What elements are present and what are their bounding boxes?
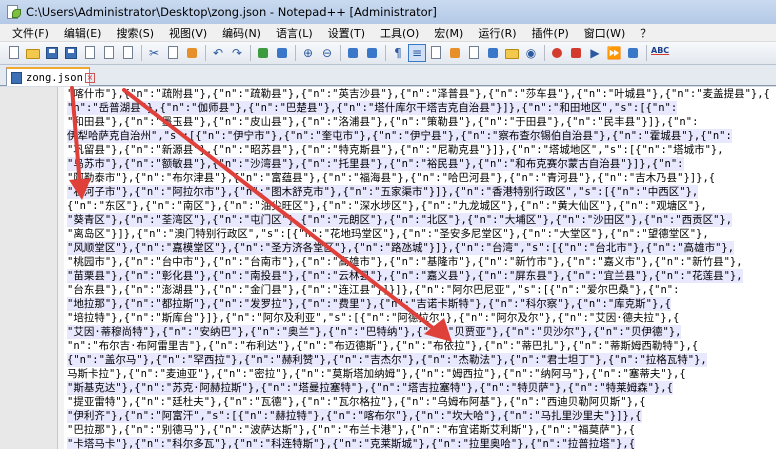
save-macro-icon[interactable] <box>625 45 641 61</box>
code-line[interactable]: "离岛区"}]},{"n":"澳门特别行政区","s":[{"n":"花地玛堂区… <box>67 227 709 241</box>
code-line[interactable]: "n":"岳普湖县"},{"n":"伽师县"},{"n":"巴楚县"},{"n"… <box>67 101 678 115</box>
spellcheck-icon[interactable]: ABC <box>651 45 669 61</box>
notepad-plus-plus-icon <box>5 4 21 20</box>
indent-guide-icon[interactable] <box>428 45 444 61</box>
zoom-in-icon[interactable]: ⊕ <box>300 45 316 61</box>
code-line[interactable]: "n":"布尔吉·布阿雷里吉"},{"n":"布利达"},{"n":"布迈德斯"… <box>67 339 698 353</box>
tab-zong-json[interactable]: zong.json × <box>6 67 95 86</box>
close-all-icon[interactable] <box>101 45 117 61</box>
code-line[interactable]: "巩留县"},{"n":"新源县"},{"n":"昭苏县"},{"n":"特克斯… <box>67 143 724 157</box>
code-line[interactable]: "苗栗县"},{"n":"彰化县"},{"n":"南投县"},{"n":"云林县… <box>67 269 743 283</box>
undo-icon[interactable]: ↶ <box>210 45 226 61</box>
run-multiple-icon[interactable]: ⏩ <box>606 45 622 61</box>
toolbar-separator <box>250 45 251 61</box>
word-wrap-icon[interactable]: ¶ <box>390 45 406 61</box>
open-file-icon[interactable] <box>25 45 41 61</box>
code-line[interactable]: "提亚雷特"},{"n":"廷杜夫"},{"n":"瓦德"},{"n":"瓦尔格… <box>67 395 646 409</box>
code-line[interactable]: 马斯卡拉"},{"n":"麦迪亚"},{"n":"密拉"},{"n":"莫斯塔加… <box>67 367 686 381</box>
menu-plugins[interactable]: 插件(P) <box>528 25 573 41</box>
code-line[interactable]: "伊利齐"},{"n":"阿富汗","s":[{"n":"赫拉特"},{"n":… <box>67 409 642 423</box>
menu-settings[interactable]: 设置(T) <box>324 25 369 41</box>
monitor-icon[interactable]: ◉ <box>523 45 539 61</box>
menu-tools[interactable]: 工具(O) <box>376 25 423 41</box>
code-line[interactable]: "葵青区"},{"n":"荃湾区"},{"n":"屯门区"},{"n":"元朗区… <box>67 213 733 227</box>
menu-bar: 文件(F) 编辑(E) 搜索(S) 视图(V) 编码(N) 语言(L) 设置(T… <box>0 24 776 42</box>
save-all-icon[interactable] <box>63 45 79 61</box>
cut-icon[interactable]: ✂ <box>146 45 162 61</box>
sync-v-icon[interactable] <box>345 45 361 61</box>
find-icon[interactable] <box>255 45 271 61</box>
code-line[interactable]: "喀什市"},{"n":"疏附县"},{"n":"疏勒县"},{"n":"英吉沙… <box>67 87 770 101</box>
new-file-icon[interactable] <box>6 45 22 61</box>
redo-icon[interactable]: ↷ <box>229 45 245 61</box>
code-line[interactable]: 伊犁哈萨克自治州","s":[{"n":"伊宁市"},{"n":"奎屯市"},{… <box>67 129 732 143</box>
print-icon[interactable] <box>120 45 136 61</box>
toolbar: ✂ ↶ ↷ ⊕ ⊖ ¶ ≡ ◉ ▶ ⏩ ABC <box>0 42 776 65</box>
code-line[interactable]: "地拉那"},{"n":"都拉斯"},{"n":"发罗拉"},{"n":"费里"… <box>67 297 671 311</box>
toolbar-separator <box>544 45 545 61</box>
menu-macro[interactable]: 宏(M) <box>430 25 467 41</box>
toolbar-separator <box>205 45 206 61</box>
udl-icon[interactable] <box>447 45 463 61</box>
title-bar: C:\Users\Administrator\Desktop\zong.json… <box>0 0 776 24</box>
editor[interactable]: "喀什市"},{"n":"疏附县"},{"n":"疏勒县"},{"n":"英吉沙… <box>0 87 776 449</box>
tab-strip: zong.json × <box>0 65 776 86</box>
show-all-icon[interactable]: ≡ <box>408 44 426 62</box>
text-area[interactable]: "喀什市"},{"n":"疏附县"},{"n":"疏勒县"},{"n":"英吉沙… <box>64 87 776 449</box>
code-line[interactable]: "斯基克达"},{"n":"苏克·阿赫拉斯"},{"n":"塔曼拉塞特"},{"… <box>67 381 673 395</box>
code-line[interactable]: "艾因·蒂穆尚特"},{"n":"安纳巴"},{"n":"奥兰"},{"n":"… <box>67 325 682 339</box>
code-line[interactable]: "巴拉那"},{"n":"别德马"},{"n":"波萨达斯"},{"n":"布兰… <box>67 423 635 437</box>
saved-file-icon <box>11 71 22 84</box>
code-line[interactable]: "乌苏市"},{"n":"额敏县"},{"n":"沙湾县"},{"n":"托里县… <box>67 157 684 171</box>
menu-language[interactable]: 语言(L) <box>272 25 317 41</box>
menu-view[interactable]: 视图(V) <box>165 25 211 41</box>
toolbar-separator <box>385 45 386 61</box>
window-title: C:\Users\Administrator\Desktop\zong.json… <box>26 5 437 19</box>
function-list-icon[interactable] <box>485 45 501 61</box>
toolbar-separator <box>646 45 647 61</box>
menu-help[interactable]: ？ <box>636 25 655 41</box>
close-icon[interactable] <box>82 45 98 61</box>
menu-file[interactable]: 文件(F) <box>8 25 53 41</box>
copy-icon[interactable] <box>165 45 181 61</box>
code-line[interactable]: "和田县"},{"n":"墨玉县"},{"n":"皮山县"},{"n":"洛浦县… <box>67 115 698 129</box>
toolbar-separator <box>295 45 296 61</box>
code-line[interactable]: {"n":"盖尔马"},{"n":"罕西拉"},{"n":"赫利赞"},{"n"… <box>67 353 707 367</box>
close-tab-icon[interactable]: × <box>84 72 95 83</box>
menu-run[interactable]: 运行(R) <box>474 25 520 41</box>
paste-icon[interactable] <box>184 45 200 61</box>
record-icon[interactable] <box>549 45 565 61</box>
folder-workspace-icon[interactable] <box>504 45 520 61</box>
stop-icon[interactable] <box>568 45 584 61</box>
menu-edit[interactable]: 编辑(E) <box>60 25 106 41</box>
code-line[interactable]: "风顺堂区"},{"n":"嘉模堂区"},{"n":"圣方济各堂区"},{"n"… <box>67 241 735 255</box>
code-line[interactable]: "培拉特"},{"n":"斯库台"}]},{"n":"阿尔及利亚","s":[{… <box>67 311 679 325</box>
save-icon[interactable] <box>44 45 60 61</box>
menu-window[interactable]: 窗口(W) <box>580 25 629 41</box>
menu-encoding[interactable]: 编码(N) <box>218 25 265 41</box>
code-line[interactable]: "卡塔马卡"},{"n":"科尔多瓦"},{"n":"科连特斯"},{"n":"… <box>67 437 636 449</box>
doc-map-icon[interactable] <box>466 45 482 61</box>
toolbar-separator <box>141 45 142 61</box>
tab-label: zong.json <box>26 71 83 84</box>
replace-icon[interactable] <box>274 45 290 61</box>
code-line[interactable]: "桃园市"},{"n":"台中市"},{"n":"台南市"},{"n":"高雄市… <box>67 255 743 269</box>
play-icon[interactable]: ▶ <box>587 45 603 61</box>
code-line[interactable]: {"n":"东区"},{"n":"南区"},{"n":"油尖旺区"},{"n":… <box>67 199 707 213</box>
code-line[interactable]: "阿勒泰市"},{"n":"布尔津县"},{"n":"富蕴县"},{"n":"福… <box>67 171 715 185</box>
code-line[interactable]: "石河子市"},{"n":"阿拉尔市"},{"n":"图木舒克市"},{"n":… <box>67 185 699 199</box>
toolbar-separator <box>340 45 341 61</box>
line-number-gutter <box>0 87 58 449</box>
zoom-out-icon[interactable]: ⊖ <box>319 45 335 61</box>
code-line[interactable]: "台东县"},{"n":"澎湖县"},{"n":"金门县"},{"n":"连江县… <box>67 283 679 297</box>
sync-h-icon[interactable] <box>364 45 380 61</box>
menu-search[interactable]: 搜索(S) <box>112 25 158 41</box>
